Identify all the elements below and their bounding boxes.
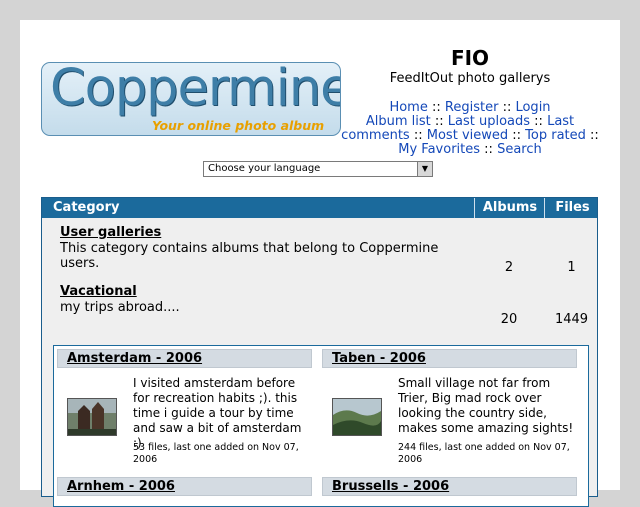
category-link-user-galleries[interactable]: User galleries bbox=[60, 225, 161, 240]
category-albums-count: 2 bbox=[504, 260, 514, 275]
dropdown-arrow-icon[interactable]: ▼ bbox=[417, 162, 432, 176]
album-list-box: Amsterdam - 2006 I visited amsterdam bef… bbox=[53, 345, 589, 507]
category-link-vacational[interactable]: Vacational bbox=[60, 284, 137, 299]
category-albums-count: 20 bbox=[500, 312, 518, 327]
nav-top-rated-link[interactable]: Top rated bbox=[525, 128, 586, 143]
album-title-link[interactable]: Brussells - 2006 bbox=[332, 479, 449, 494]
nav-separator: :: bbox=[431, 100, 441, 115]
nav-separator: :: bbox=[434, 114, 444, 129]
album-header: Taben - 2006 bbox=[322, 349, 577, 368]
category-description: my trips abroad.... bbox=[60, 300, 180, 315]
album-thumbnail-image bbox=[333, 399, 381, 435]
nav-separator: :: bbox=[484, 142, 493, 157]
nav-separator: :: bbox=[512, 128, 522, 143]
header-category: Category bbox=[53, 200, 120, 215]
album-card: Brussells - 2006 bbox=[322, 477, 577, 502]
language-select[interactable]: Choose your language ▼ bbox=[203, 161, 433, 177]
category-row: User galleries This category contains al… bbox=[60, 225, 450, 271]
album-meta: 244 files, last one added on Nov 07, 200… bbox=[398, 442, 570, 465]
category-description: This category contains albums that belon… bbox=[60, 241, 439, 271]
album-thumbnail[interactable] bbox=[67, 398, 117, 436]
language-select-value: Choose your language bbox=[208, 163, 321, 174]
nav-most-viewed-link[interactable]: Most viewed bbox=[427, 128, 508, 143]
page: Coppermine Your online photo album FIO F… bbox=[20, 20, 620, 507]
nav-search-link[interactable]: Search bbox=[497, 142, 542, 157]
top-navigation: Home :: Register :: Login Album list :: … bbox=[340, 101, 600, 157]
logo-text: Coppermine bbox=[50, 62, 341, 118]
album-card: Taben - 2006 Small village not far from … bbox=[322, 349, 577, 474]
nav-album-list-link[interactable]: Album list bbox=[366, 114, 431, 129]
album-card: Amsterdam - 2006 I visited amsterdam bef… bbox=[57, 349, 312, 474]
category-row: Vacational my trips abroad.... bbox=[60, 284, 450, 315]
nav-separator: :: bbox=[590, 128, 599, 143]
category-table: Category Albums Files User galleries Thi… bbox=[41, 197, 598, 507]
category-table-header: Category Albums Files bbox=[42, 198, 597, 218]
header-files: Files bbox=[544, 198, 600, 218]
category-files-count: 1 bbox=[567, 260, 576, 275]
nav-login-link[interactable]: Login bbox=[515, 100, 550, 115]
album-description: I visited amsterdam before for recreatio… bbox=[133, 376, 302, 450]
album-title-link[interactable]: Amsterdam - 2006 bbox=[67, 351, 202, 366]
category-files-count: 1449 bbox=[554, 312, 589, 327]
album-title-link[interactable]: Taben - 2006 bbox=[332, 351, 426, 366]
nav-separator: :: bbox=[534, 114, 543, 129]
album-header: Amsterdam - 2006 bbox=[57, 349, 312, 368]
album-title-link[interactable]: Arnhem - 2006 bbox=[67, 479, 175, 494]
nav-register-link[interactable]: Register bbox=[445, 100, 499, 115]
album-thumbnail-image bbox=[68, 399, 116, 435]
album-meta: 53 files, last one added on Nov 07, 2006 bbox=[133, 442, 299, 465]
nav-my-favorites-link[interactable]: My Favorites bbox=[398, 142, 480, 157]
logo-tagline: Your online photo album bbox=[152, 118, 325, 133]
album-description: Small village not far from Trier, Big ma… bbox=[398, 376, 574, 435]
nav-separator: :: bbox=[502, 100, 512, 115]
site-title: FIO bbox=[450, 46, 490, 70]
album-thumbnail[interactable] bbox=[332, 398, 382, 436]
album-card: Arnhem - 2006 bbox=[57, 477, 312, 502]
coppermine-logo[interactable]: Coppermine Your online photo album bbox=[41, 62, 341, 136]
nav-home-link[interactable]: Home bbox=[389, 100, 427, 115]
nav-last-uploads-link[interactable]: Last uploads bbox=[448, 114, 530, 129]
header-albums: Albums bbox=[474, 198, 545, 218]
site-description: FeedItOut photo gallerys bbox=[389, 71, 551, 86]
nav-separator: :: bbox=[413, 128, 423, 143]
